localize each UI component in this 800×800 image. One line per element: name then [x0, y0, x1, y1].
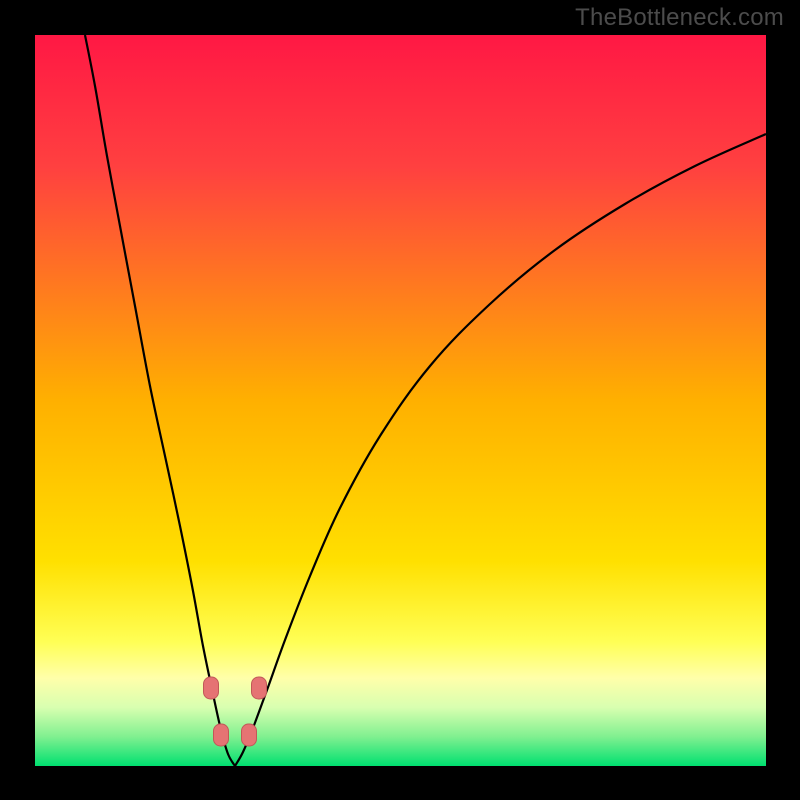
gradient-background	[35, 35, 766, 766]
value-marker	[204, 677, 219, 699]
value-marker	[242, 724, 257, 746]
value-marker	[252, 677, 267, 699]
watermark-text: TheBottleneck.com	[575, 4, 784, 32]
chart-frame: TheBottleneck.com	[0, 0, 800, 800]
bottleneck-chart	[35, 35, 766, 766]
value-marker	[214, 724, 229, 746]
